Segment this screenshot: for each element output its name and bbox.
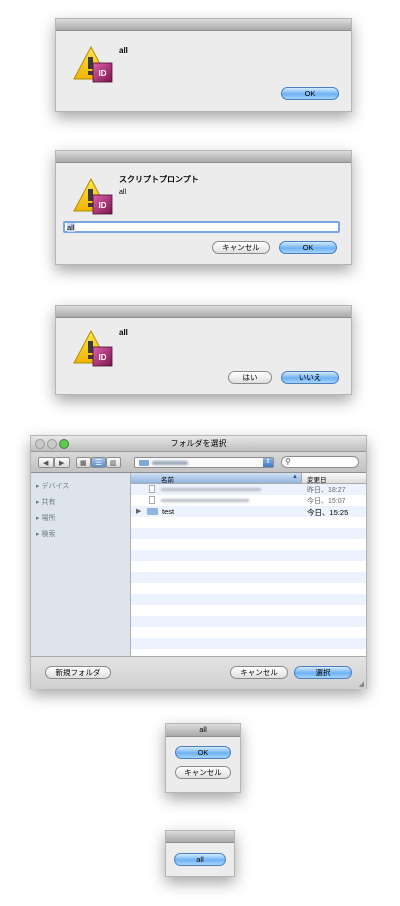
alert-message: all	[119, 46, 128, 55]
cancel-button[interactable]: キャンセル	[212, 241, 270, 254]
forward-arrow-icon: ▶	[59, 460, 65, 467]
window-title-bar: フォルダを選択	[31, 436, 366, 452]
indesign-warning-icon	[73, 178, 113, 215]
toolbar: ◀ ▶ ▦ ☰ ▥ ⇕ ⚲	[31, 452, 366, 473]
title-bar	[56, 151, 351, 163]
file-row[interactable]: 今日、15:07	[131, 495, 366, 506]
prompt-input[interactable]: all	[63, 221, 340, 233]
document-icon	[149, 485, 155, 493]
new-folder-button[interactable]: 新規フォルダ	[45, 666, 111, 679]
blurred-location-name	[152, 461, 188, 465]
indesign-warning-icon	[73, 330, 113, 367]
name-column-header[interactable]: 名前 ▲	[131, 473, 302, 484]
date-column-header[interactable]: 変更日	[307, 474, 327, 484]
single-button-dialog: all	[165, 830, 235, 877]
all-button[interactable]: all	[174, 853, 226, 866]
sidebar: ▸ デバイス ▸ 共有 ▸ 場所 ▸ 検索	[31, 473, 131, 656]
input-value: all	[67, 223, 75, 232]
alert-dialog-ok: all OK	[55, 18, 352, 112]
script-prompt-dialog: スクリプトプロンプト all all キャンセル OK	[55, 150, 352, 265]
ok-button[interactable]: OK	[281, 87, 339, 100]
title-bar: all	[166, 724, 240, 737]
search-field[interactable]: ⚲	[281, 456, 359, 468]
yes-button[interactable]: はい	[228, 371, 272, 384]
title-bar	[56, 306, 351, 318]
list-view-button[interactable]: ☰	[91, 457, 106, 468]
sidebar-item-devices[interactable]: ▸ デバイス	[36, 481, 69, 491]
back-button[interactable]: ◀	[38, 457, 54, 468]
folder-icon	[139, 460, 149, 466]
dialog-title: スクリプトプロンプト	[119, 175, 199, 184]
file-list: 名前 ▲ 変更日 昨日、18:27 今日、15:07 ▶ test 今日、15:…	[131, 473, 366, 656]
blurred-file-name	[161, 499, 249, 502]
list-icon: ☰	[95, 458, 103, 467]
choice-dialog: all OK キャンセル	[165, 723, 241, 793]
columns-icon: ▥	[110, 460, 117, 467]
sidebar-item-places[interactable]: ▸ 場所	[36, 513, 55, 523]
back-arrow-icon: ◀	[43, 460, 49, 467]
search-icon: ⚲	[285, 457, 291, 466]
folder-row[interactable]: ▶ test 今日、15:25	[131, 506, 366, 517]
sort-ascending-icon: ▲	[292, 474, 298, 480]
indesign-warning-icon	[73, 46, 113, 83]
no-button[interactable]: いいえ	[281, 371, 339, 384]
folder-icon	[147, 508, 158, 515]
window-title: フォルダを選択	[170, 439, 227, 448]
location-popup[interactable]: ⇕	[134, 457, 274, 468]
sidebar-item-search[interactable]: ▸ 検索	[36, 529, 55, 539]
title-bar	[56, 19, 351, 31]
ok-button[interactable]: OK	[279, 241, 337, 254]
grid-icon: ▦	[80, 460, 87, 467]
column-view-button[interactable]: ▥	[106, 457, 121, 468]
column-header: 名前 ▲ 変更日	[131, 473, 366, 484]
resize-grip-icon[interactable]: ◢	[359, 680, 364, 688]
popup-arrows-icon: ⇕	[263, 458, 273, 467]
document-icon	[149, 496, 155, 504]
folder-chooser-dialog: フォルダを選択 ◀ ▶ ▦ ☰ ▥ ⇕ ⚲ ▸ デバイス ▸ 共有 ▸ 場所 ▸…	[30, 435, 367, 689]
title-bar	[166, 831, 234, 843]
blurred-file-name	[161, 488, 261, 491]
choose-button[interactable]: 選択	[294, 666, 352, 679]
icon-view-button[interactable]: ▦	[76, 457, 91, 468]
disclosure-triangle-icon[interactable]: ▶	[136, 507, 141, 515]
ok-button[interactable]: OK	[175, 746, 231, 759]
sidebar-item-shared[interactable]: ▸ 共有	[36, 497, 55, 507]
cancel-button[interactable]: キャンセル	[230, 666, 288, 679]
forward-button[interactable]: ▶	[54, 457, 70, 468]
prompt-text: all	[119, 189, 127, 196]
confirm-dialog: all はい いいえ	[55, 305, 352, 395]
alert-message: all	[119, 328, 128, 337]
file-row[interactable]: 昨日、18:27	[131, 484, 366, 495]
dialog-title: all	[199, 725, 207, 734]
bottom-bar: 新規フォルダ キャンセル 選択 ◢	[31, 656, 366, 689]
cancel-button[interactable]: キャンセル	[175, 766, 231, 779]
